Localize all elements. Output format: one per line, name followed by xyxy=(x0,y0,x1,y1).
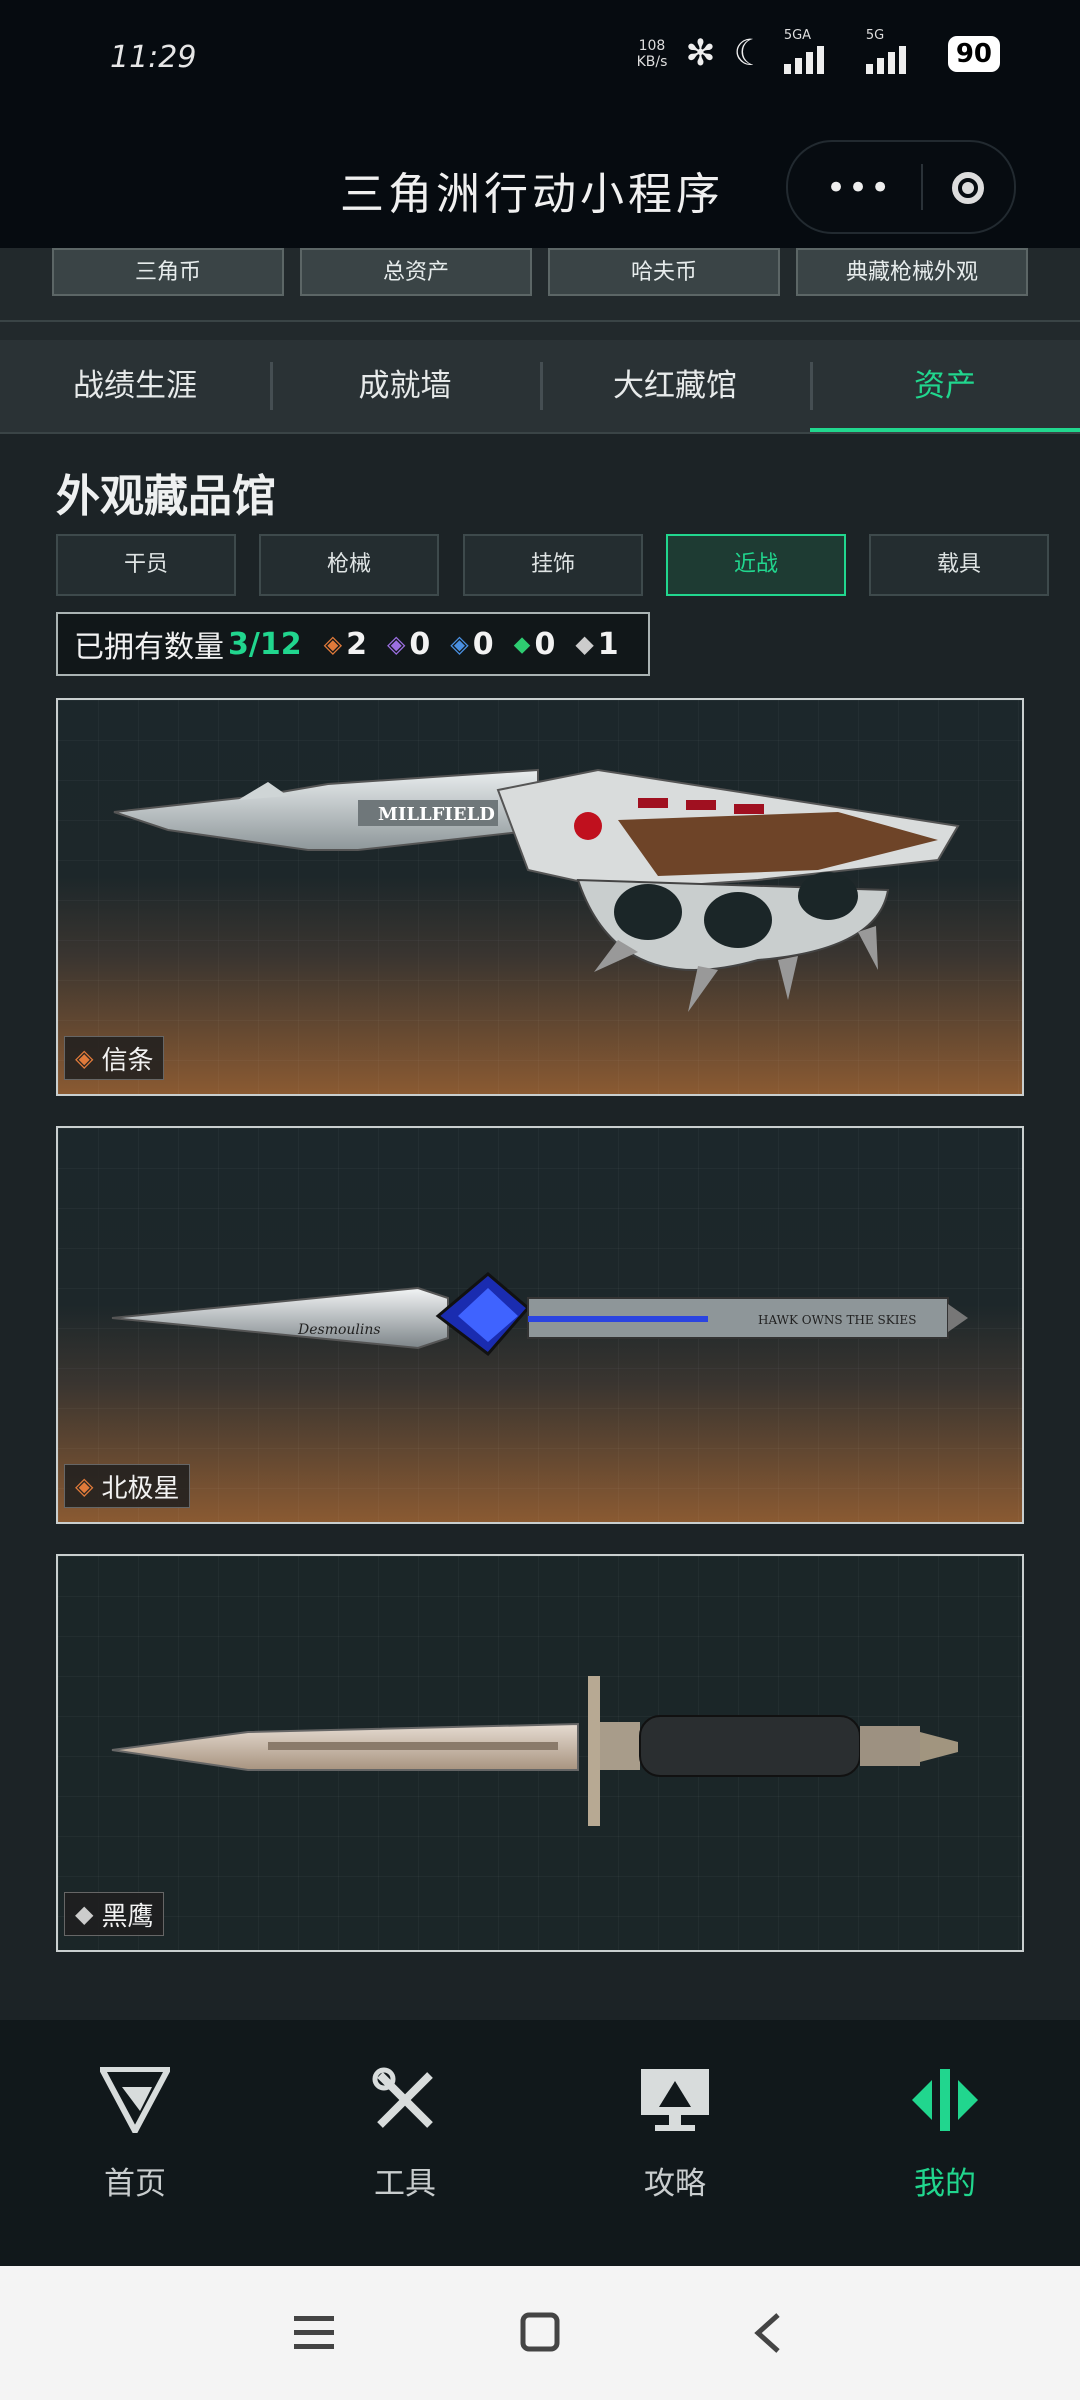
target-close-icon[interactable] xyxy=(952,172,984,204)
orange-diamond-icon: ◈ xyxy=(323,630,343,658)
white-diamond-icon: ◆ xyxy=(575,630,594,658)
battery-icon: 90 xyxy=(947,36,1000,72)
signal-5ga-icon: 5GA xyxy=(783,28,848,74)
section-title: 外观藏品馆 xyxy=(56,471,276,522)
net-speed: 108 KB/s xyxy=(636,38,668,70)
category-vehicles[interactable]: 载具 xyxy=(869,534,1049,596)
bottom-nav: 首页 工具 攻略 我的 xyxy=(0,2020,1080,2266)
category-charms[interactable]: 挂饰 xyxy=(463,534,643,596)
subtab-triangle-coin[interactable]: 三角币 xyxy=(52,248,284,296)
melee-item-card[interactable]: ◆ 黑鹰 xyxy=(56,1554,1024,1952)
owned-label: 已拥有数量 xyxy=(74,630,224,665)
svg-text:Desmoulins: Desmoulins xyxy=(297,1322,381,1338)
blackhawk-knife-image xyxy=(111,1676,958,1826)
orange-diamond-icon: ◈ xyxy=(75,1472,94,1500)
item-name-tag: ◈ 信条 xyxy=(64,1036,165,1080)
owned-fraction: 3/12 xyxy=(228,626,302,662)
collection-content: 外观藏品馆 干员 枪械 挂饰 近战 载具 已拥有数量 3/12 ◈ 2 ◈ 0 ◈ 0… xyxy=(0,434,1080,2020)
polaris-knife-image: Desmoulins HAWK OWNS THE SKIES xyxy=(111,1272,968,1357)
blue-diamond-icon: ◈ xyxy=(450,630,469,658)
tab-career[interactable]: 战绩生涯 xyxy=(0,340,270,432)
category-melee[interactable]: 近战 xyxy=(666,534,846,596)
capsule-divider xyxy=(921,164,923,210)
knuckle-knife-image: MILLFIELD xyxy=(113,768,960,1012)
green-diamond-icon: ⬥ xyxy=(513,630,531,658)
top-bar: 11:29 108 KB/s ✻ ☾ 5GA 5G 90 三角洲行动小程序 ••… xyxy=(0,0,1080,248)
divider xyxy=(0,320,1080,322)
sub-tab-bar: 三角币 总资产 哈夫币 典藏枪械外观 xyxy=(0,248,1080,340)
melee-item-card[interactable]: Desmoulins HAWK OWNS THE SKIES ◈ 北极星 xyxy=(56,1126,1024,1524)
item-name-tag: ◈ 北极星 xyxy=(64,1464,191,1508)
main-tab-bar: 战绩生涯 成就墙 大红藏馆 资产 xyxy=(0,340,1080,434)
tab-assets[interactable]: 资产 xyxy=(810,340,1080,432)
white-diamond-icon: ◆ xyxy=(75,1900,94,1928)
nav-profile[interactable]: 我的 xyxy=(810,2060,1080,2203)
moon-icon: ☾ xyxy=(733,33,766,74)
svg-text:HAWK OWNS THE SKIES: HAWK OWNS THE SKIES xyxy=(758,1313,916,1327)
nav-guide[interactable]: 攻略 xyxy=(540,2060,810,2203)
subtab-haf-coin[interactable]: 哈夫币 xyxy=(548,248,780,296)
home-g-icon xyxy=(0,2060,270,2140)
guide-monitor-icon xyxy=(540,2060,810,2140)
bluetooth-icon: ✻ xyxy=(685,33,716,74)
more-dots-icon[interactable]: ••• xyxy=(826,168,892,208)
owned-count-box: 已拥有数量 3/12 ◈ 2 ◈ 0 ◈ 0 ⬥ 0 ◆ 1 xyxy=(56,612,650,676)
tools-icon xyxy=(270,2060,540,2140)
mini-program-title: 三角洲行动小程序 xyxy=(340,169,724,220)
item-name-tag: ◆ 黑鹰 xyxy=(64,1892,165,1936)
capsule-menu: ••• xyxy=(786,140,1016,234)
back-icon[interactable] xyxy=(752,2312,782,2354)
system-nav-bar xyxy=(0,2266,1080,2400)
purple-diamond-icon: ◈ xyxy=(386,630,406,658)
nav-home[interactable]: 首页 xyxy=(0,2060,270,2203)
nav-tools[interactable]: 工具 xyxy=(270,2060,540,2203)
status-bar: 11:29 108 KB/s ✻ ☾ 5GA 5G 90 xyxy=(0,0,1080,120)
category-guns[interactable]: 枪械 xyxy=(259,534,439,596)
tab-red-collection[interactable]: 大红藏馆 xyxy=(540,340,810,432)
tab-achievements[interactable]: 成就墙 xyxy=(270,340,540,432)
subtab-total-assets[interactable]: 总资产 xyxy=(300,248,532,296)
svg-text:MILLFIELD: MILLFIELD xyxy=(378,804,495,825)
profile-logo-icon xyxy=(810,2060,1080,2140)
melee-item-card[interactable]: MILLFIELD ◈ 信条 xyxy=(56,698,1024,1096)
menu-icon[interactable] xyxy=(294,2314,334,2352)
orange-diamond-icon: ◈ xyxy=(75,1044,94,1072)
status-icons: 108 KB/s ✻ ☾ 5GA 5G 90 xyxy=(636,28,1000,74)
category-operators[interactable]: 干员 xyxy=(56,534,236,596)
subtab-gun-skins[interactable]: 典藏枪械外观 xyxy=(796,248,1028,296)
signal-5g-icon: 5G xyxy=(865,28,930,74)
clock: 11:29 xyxy=(110,40,197,75)
home-square-icon[interactable] xyxy=(520,2312,560,2352)
